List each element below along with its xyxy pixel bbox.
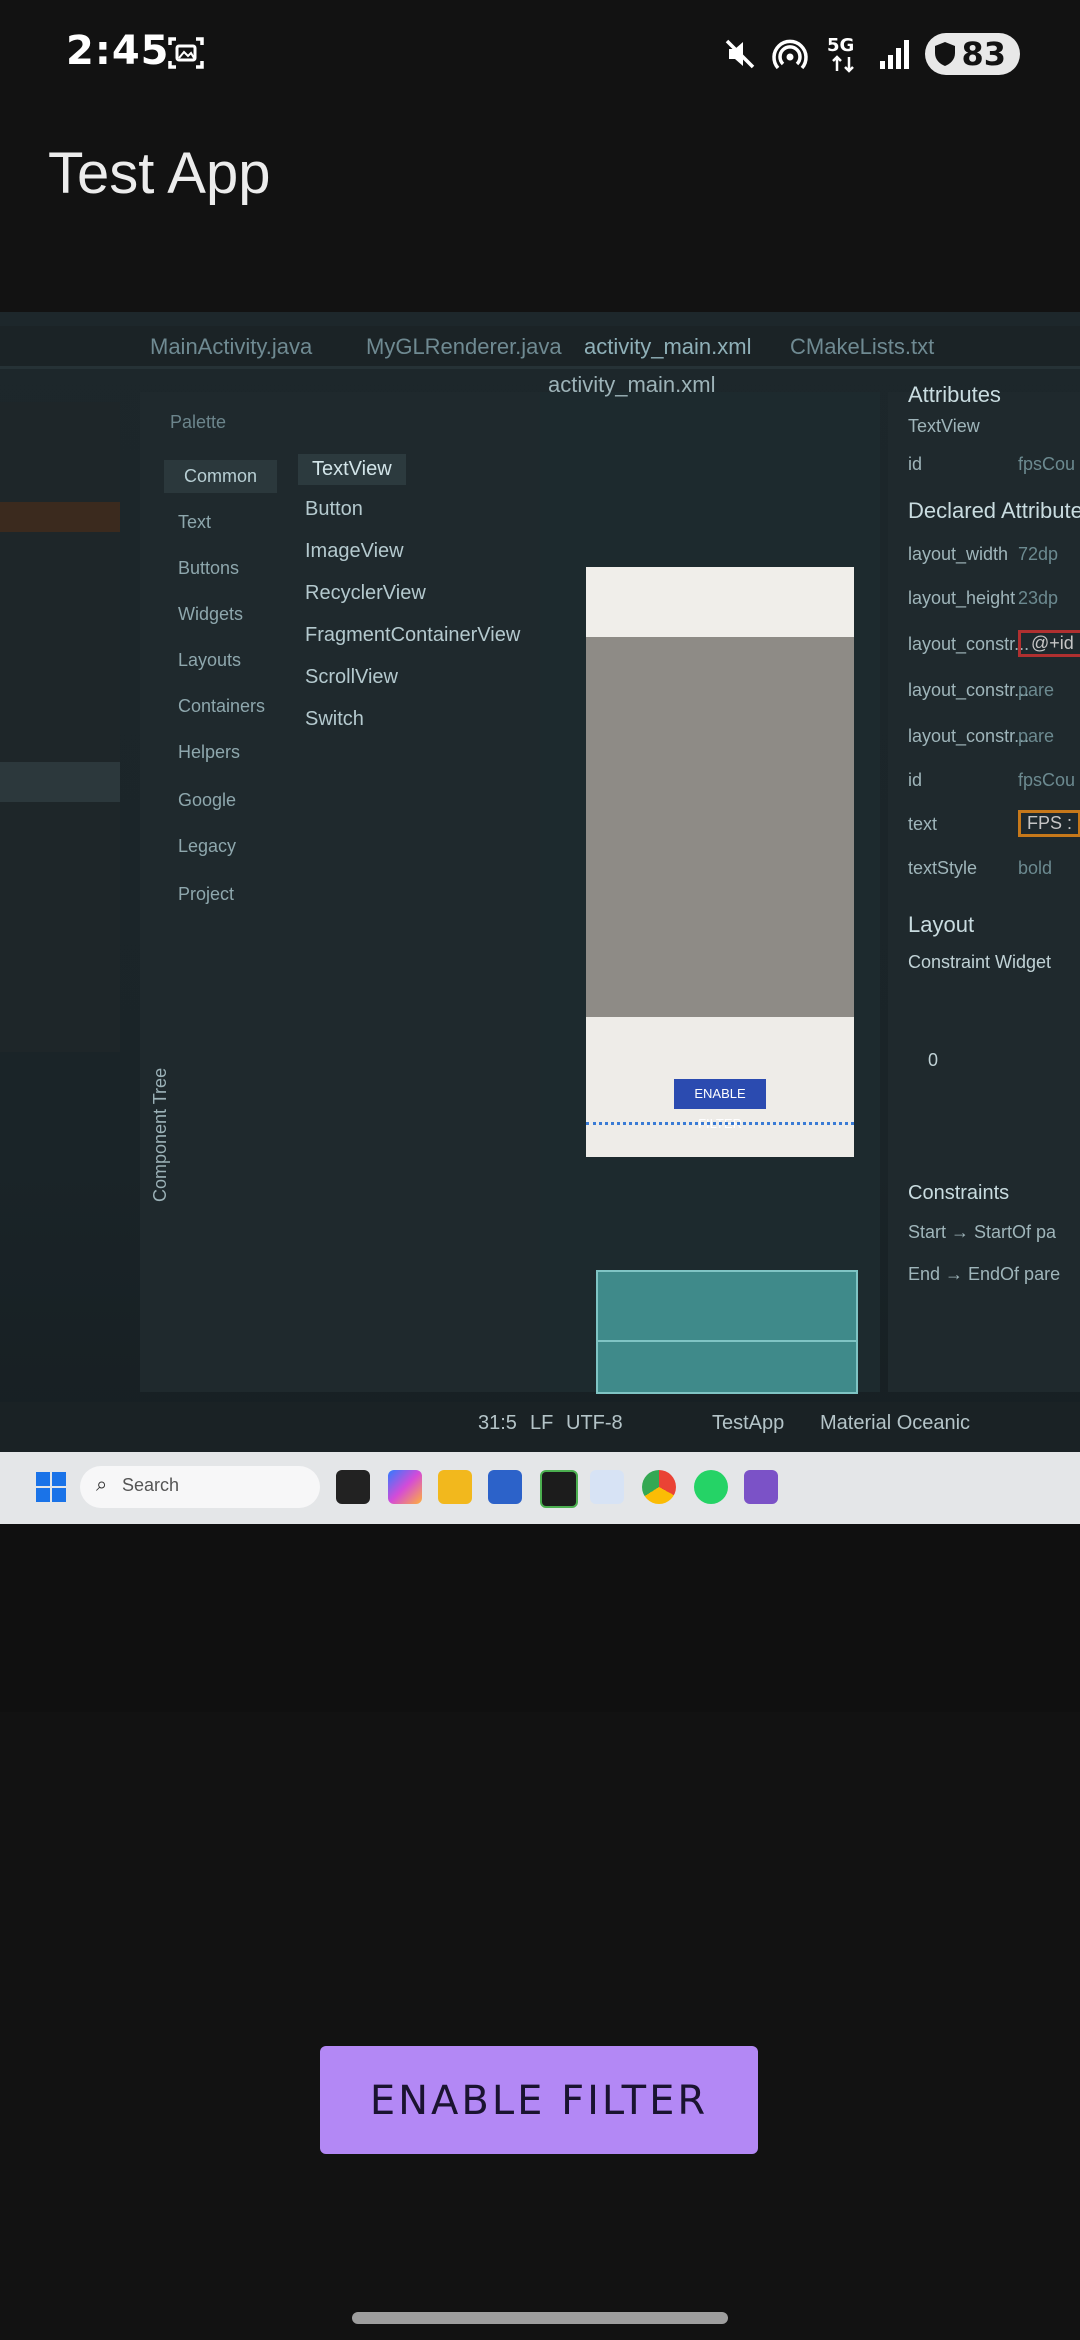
- attr-key: layout_constr...: [908, 680, 1030, 700]
- palette-panel: Palette Common Text Buttons Widgets Layo…: [140, 392, 542, 1392]
- theme-name: Material Oceanic: [820, 1412, 971, 1434]
- palette-category: Containers: [178, 696, 266, 716]
- palette-category: Buttons: [178, 558, 240, 578]
- search-icon: ⌕: [96, 1474, 108, 1496]
- battery-icon: 83: [925, 33, 1020, 75]
- palette-category: Widgets: [178, 604, 244, 624]
- palette-item: ScrollView: [305, 666, 398, 688]
- constraint-start: Start → StartOf pa: [908, 1222, 1057, 1242]
- chrome-icon: [642, 1470, 676, 1504]
- attr-key: textStyle: [908, 858, 978, 878]
- monitor-bezel: [0, 1524, 1080, 1712]
- project-strip: [0, 402, 120, 1052]
- palette-item: Switch: [305, 708, 364, 730]
- palette-category: Legacy: [178, 836, 237, 856]
- declared-attributes: Declared Attributes: [908, 498, 1080, 523]
- constraint-end: End → EndOf pare: [908, 1264, 1061, 1284]
- ide-screen: MainActivity.java MyGLRenderer.java acti…: [0, 312, 1080, 1524]
- component-tree-label: Component Tree: [150, 1067, 170, 1202]
- palette-category: Project: [178, 884, 235, 904]
- attr-value: bold: [1018, 858, 1053, 878]
- palette-item: TextView: [298, 454, 406, 485]
- attributes-panel: Attributes TextView id fpsCou Declared A…: [888, 382, 1080, 1392]
- selected-widget: TextView: [908, 416, 980, 436]
- project-name: TestApp: [712, 1412, 785, 1434]
- ide-tab-bar: MainActivity.java MyGLRenderer.java acti…: [0, 326, 1080, 369]
- cursor-position: 31:5: [478, 1412, 517, 1434]
- constraint-value: 0: [928, 1050, 939, 1070]
- palette-title: Palette: [170, 412, 227, 432]
- attr-key: layout_height: [908, 588, 1016, 608]
- android-studio-icon: [590, 1470, 624, 1504]
- mute-icon: [726, 39, 755, 69]
- file-label: activity_main.xml: [548, 372, 716, 397]
- hotspot-icon: [772, 39, 809, 70]
- windows-taskbar: ⌕ Search: [0, 1452, 1080, 1524]
- attr-value: fpsCou: [1018, 454, 1076, 474]
- attr-value: 23dp: [1018, 588, 1059, 608]
- constraint-line: [586, 1122, 854, 1135]
- attr-key: id: [908, 454, 923, 474]
- palette-item: RecyclerView: [305, 582, 426, 604]
- file-encoding: UTF-8: [566, 1412, 623, 1434]
- signal-icon: [880, 40, 910, 69]
- layout-preview: ENABLE FILTER: [586, 567, 854, 1157]
- task-view-icon: [336, 1470, 370, 1504]
- attr-key: layout_constr...: [908, 726, 1030, 746]
- line-ending: LF: [530, 1412, 554, 1434]
- taskbar-search-text: Search: [122, 1475, 180, 1495]
- status-time: 2:45: [66, 28, 170, 74]
- home-indicator[interactable]: [352, 2312, 728, 2324]
- status-bar: 2:45 5G 83: [0, 0, 1080, 110]
- attr-value: pare: [1018, 680, 1055, 700]
- palette-item: Button: [305, 498, 363, 520]
- attr-value: FPS :: [1018, 810, 1080, 837]
- app-title: Test App: [48, 141, 271, 206]
- blueprint-preview: [596, 1270, 858, 1394]
- enable-filter-button[interactable]: ENABLE FILTER: [320, 2046, 758, 2154]
- ide-status-line: 31:5 LF UTF-8 TestApp Material Oceanic: [0, 1402, 1080, 1452]
- shield-icon: [935, 42, 956, 66]
- screenshot-icon: [168, 37, 204, 69]
- attr-key: layout_constr...: [908, 634, 1030, 654]
- battery-level: 83: [961, 35, 1006, 73]
- ide-tab: activity_main.xml: [584, 334, 752, 359]
- copilot-icon: [388, 1470, 422, 1504]
- palette-category: Common: [164, 460, 278, 493]
- attr-key: text: [908, 814, 938, 834]
- attr-value: @+id: [1018, 630, 1080, 657]
- attr-value: fpsCou: [1018, 770, 1076, 790]
- constraint-widget: Constraint Widget: [908, 952, 1052, 972]
- 5g-icon: 5G: [827, 35, 855, 73]
- windows-start-icon: [36, 1472, 66, 1502]
- taskbar-search: ⌕ Search: [80, 1466, 320, 1508]
- svg-text:5G: 5G: [827, 35, 854, 56]
- clion-icon: [540, 1470, 578, 1508]
- whatsapp-icon: [694, 1470, 728, 1504]
- palette-category: Helpers: [178, 742, 241, 762]
- visual-studio-icon: [744, 1470, 778, 1504]
- camera-preview: MainActivity.java MyGLRenderer.java acti…: [0, 312, 1080, 1712]
- layout-section: Layout: [908, 912, 975, 937]
- palette-category: Layouts: [178, 650, 242, 670]
- attr-key: layout_width: [908, 544, 1009, 564]
- palette-category: Text: [178, 512, 212, 532]
- palette-item: FragmentContainerView: [305, 624, 521, 646]
- palette-category: Google: [178, 790, 237, 810]
- attributes-title: Attributes: [908, 382, 1001, 407]
- attr-key: id: [908, 770, 923, 790]
- preview-button: ENABLE FILTER: [674, 1079, 766, 1131]
- attr-value: 72dp: [1018, 544, 1059, 564]
- ide-tab: MyGLRenderer.java: [366, 334, 562, 359]
- ide-tab: MainActivity.java: [150, 334, 313, 359]
- attr-value: pare: [1018, 726, 1055, 746]
- ide-tab: CMakeLists.txt: [790, 334, 935, 359]
- status-icons: 5G 83: [723, 30, 1020, 78]
- file-explorer-icon: [438, 1470, 472, 1504]
- store-icon: [488, 1470, 522, 1504]
- palette-item: ImageView: [305, 540, 404, 562]
- constraints-section: Constraints: [908, 1182, 1010, 1204]
